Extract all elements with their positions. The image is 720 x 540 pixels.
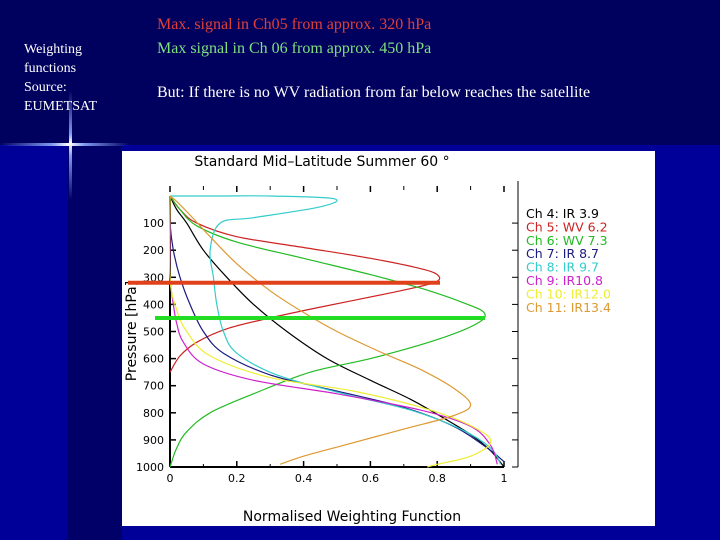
x-tick-label: 0.2	[228, 472, 246, 485]
curves	[168, 195, 505, 468]
slide-background-strip	[68, 145, 122, 540]
y-tick-label: 900	[143, 434, 164, 447]
y-axis-label: Pressure [hPa]	[124, 281, 140, 381]
source-caption-line: EUMETSAT	[24, 99, 98, 114]
headline-note: But: If there is no WV radiation from fa…	[157, 84, 591, 101]
decorative-cross-horizontal	[0, 143, 130, 146]
series-line-ch-6-wv-7-3	[169, 195, 486, 468]
source-caption-line: Source:	[24, 80, 67, 95]
headline-ch05: Max. signal in Ch05 from approx. 320 hPa	[157, 16, 432, 33]
source-caption-line: functions	[24, 61, 77, 76]
weighting-function-chart: Standard Mid–Latitude Summer 60 ° Normal…	[122, 151, 655, 526]
legend-entry: Ch 11: IR13.4	[526, 300, 611, 315]
chart-title: Standard Mid–Latitude Summer 60 °	[194, 154, 449, 170]
x-tick-label: 0.4	[295, 472, 313, 485]
x-tick-label: 0.6	[362, 472, 380, 485]
source-caption: Weighting functions Source: EUMETSAT	[24, 40, 97, 116]
y-tick-label: 300	[143, 271, 164, 284]
series-line-ch-5-wv-6-2	[169, 195, 441, 373]
legend: Ch 4: IR 3.9Ch 5: WV 6.2Ch 6: WV 7.3Ch 7…	[526, 206, 611, 315]
y-tick-label: 200	[143, 244, 164, 257]
y-tick-label: 400	[143, 298, 164, 311]
x-axis-label: Normalised Weighting Function	[243, 509, 461, 525]
y-tick-label: 100	[143, 217, 164, 230]
axes: 0 0.2 0.4 0.6 0.8 1 100 200 300 400 500 600 700 800 90…	[136, 181, 519, 485]
y-tick-label: 700	[143, 380, 164, 393]
x-tick-label: 0	[167, 472, 174, 485]
chart-svg: Standard Mid–Latitude Summer 60 ° Normal…	[124, 154, 611, 525]
y-tick-label: 800	[143, 407, 164, 420]
series-line-ch-11-ir13-4	[169, 195, 472, 465]
source-caption-line: Weighting	[24, 42, 82, 57]
y-tick-label: 600	[143, 353, 164, 366]
y-tick-label: 1000	[136, 461, 164, 474]
y-tick-label: 500	[143, 326, 164, 339]
headline-ch06: Max signal in Ch 06 from approx. 450 hPa	[157, 40, 432, 57]
x-tick-label: 0.8	[428, 472, 446, 485]
x-tick-label: 1	[501, 472, 508, 485]
